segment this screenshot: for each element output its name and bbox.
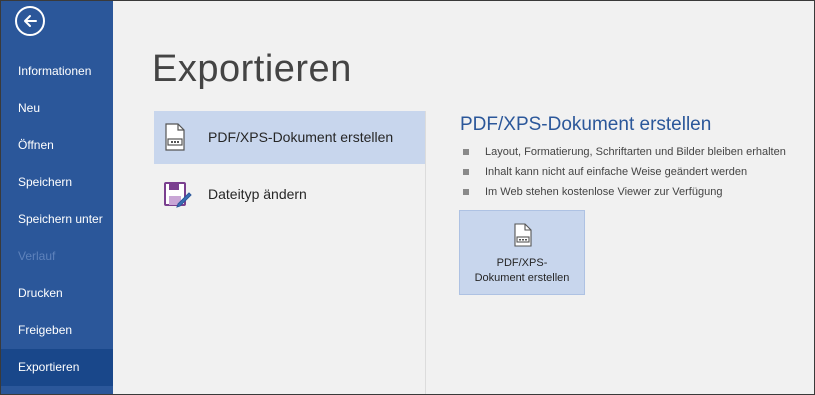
create-pdf-xps-button[interactable]: PDF/XPS- Dokument erstellen — [459, 210, 585, 295]
nav-item-speichern-unter[interactable]: Speichern unter — [1, 201, 113, 238]
detail-bullet: Layout, Formatierung, Schriftarten und B… — [462, 142, 786, 162]
bullet-square-icon — [463, 169, 469, 175]
option-pdf-xps[interactable]: PDF/XPS-Dokument erstellen — [154, 111, 425, 164]
nav-item-exportieren[interactable]: Exportieren — [1, 349, 113, 386]
back-button[interactable] — [15, 6, 45, 36]
detail-bullet: Im Web stehen kostenlose Viewer zur Verf… — [462, 182, 786, 202]
bullet-square-icon — [463, 189, 469, 195]
pdf-document-icon — [165, 123, 185, 151]
panel-divider — [425, 111, 426, 394]
nav-item-informationen[interactable]: Informationen — [1, 53, 113, 90]
nav-item-oeffnen[interactable]: Öffnen — [1, 127, 113, 164]
option-change-file-type[interactable]: Dateityp ändern — [154, 168, 425, 221]
detail-title: PDF/XPS-Dokument erstellen — [460, 114, 712, 135]
back-arrow-icon — [24, 15, 37, 27]
create-pdf-xps-button-label: PDF/XPS- Dokument erstellen — [474, 257, 570, 284]
option-pdf-xps-label: PDF/XPS-Dokument erstellen — [208, 129, 394, 145]
detail-bullet-list: Layout, Formatierung, Schriftarten und B… — [462, 142, 786, 202]
change-file-type-icon — [164, 182, 192, 208]
bullet-square-icon — [463, 149, 469, 155]
pdf-document-icon — [514, 223, 532, 247]
detail-bullet-text: Layout, Formatierung, Schriftarten und B… — [485, 146, 786, 158]
detail-bullet: Inhalt kann nicht auf einfache Weise geä… — [462, 162, 786, 182]
backstage-window: Informationen Neu Öffnen Speichern Speic… — [0, 0, 815, 395]
detail-bullet-text: Im Web stehen kostenlose Viewer zur Verf… — [485, 186, 723, 198]
backstage-sidebar: Informationen Neu Öffnen Speichern Speic… — [1, 1, 113, 394]
nav-item-neu[interactable]: Neu — [1, 90, 113, 127]
option-change-file-type-label: Dateityp ändern — [208, 186, 307, 202]
nav-item-freigeben[interactable]: Freigeben — [1, 312, 113, 349]
detail-bullet-text: Inhalt kann nicht auf einfache Weise geä… — [485, 166, 748, 178]
nav-item-verlauf: Verlauf — [18, 249, 56, 263]
nav-item-speichern[interactable]: Speichern — [1, 164, 113, 201]
page-title: Exportieren — [152, 48, 352, 90]
nav-item-drucken[interactable]: Drucken — [1, 275, 113, 312]
